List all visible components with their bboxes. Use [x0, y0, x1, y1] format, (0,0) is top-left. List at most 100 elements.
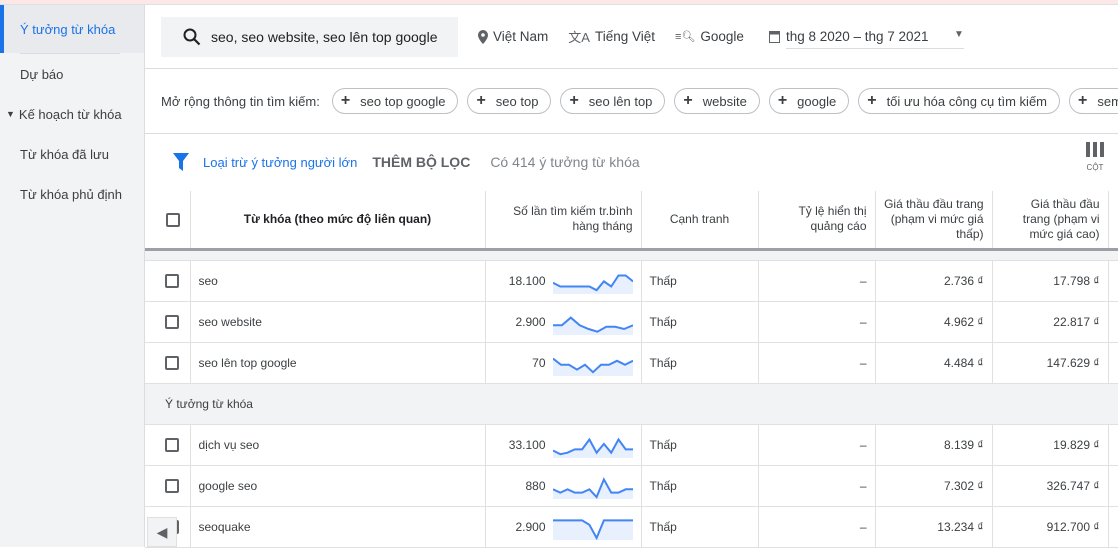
impression-cell: – — [758, 301, 876, 343]
col-avg-searches[interactable]: Số lần tìm kiếm tr.bình hàng tháng — [485, 191, 642, 251]
sidebar-item-label: Từ khóa đã lưu — [20, 146, 109, 162]
more-cell — [1108, 342, 1118, 384]
sidebar-item-label: Ý tưởng từ khóa — [20, 21, 116, 37]
searches-cell: 18.100 — [485, 260, 642, 302]
high-bid-cell: 19.829 ₫ — [992, 424, 1109, 466]
scroll-left-button[interactable]: ◀ — [147, 517, 177, 547]
keyword-table: Từ khóa (theo mức độ liên quan) Số lần t… — [145, 191, 1118, 548]
plus-icon: + — [867, 92, 877, 109]
band-cell — [145, 249, 1118, 261]
keyword-search-input[interactable]: seo, seo website, seo lên top google — [161, 16, 458, 57]
main-content: seo, seo website, seo lên top google Việ… — [145, 5, 1118, 548]
columns-button[interactable]: CỘT — [1086, 142, 1104, 172]
exclude-adult-filter[interactable]: Loại trừ ý tưởng người lớn — [203, 155, 357, 170]
search-settings-bar: seo, seo website, seo lên top google Việ… — [145, 5, 1118, 69]
searches-value: 18.100 — [508, 273, 546, 288]
plus-icon: + — [340, 92, 351, 109]
row-select-cell — [145, 424, 191, 466]
row-select-cell — [145, 260, 191, 302]
col-competition[interactable]: Cạnh tranh — [641, 191, 759, 251]
plus-icon: + — [683, 92, 693, 109]
searches-value: 880 — [525, 478, 546, 493]
table-row: seo lên top google 70 Thấp –4.484 ₫ 147.629 … — [145, 342, 1118, 384]
sidebar-item-1[interactable]: Dự báo — [0, 54, 144, 94]
search-value: seo, seo website, seo lên top google — [211, 28, 438, 45]
caret-down-icon: ▼ — [6, 109, 15, 119]
trend-sparkline — [552, 476, 633, 499]
high-bid-cell: 17.798 ₫ — [992, 260, 1109, 302]
col-high-bid[interactable]: Giá thầu đầu trang (phạm vi mức giá cao) — [992, 191, 1109, 251]
row-checkbox[interactable] — [165, 314, 179, 329]
more-cell — [1108, 301, 1118, 343]
chip-label: google — [797, 93, 837, 109]
broaden-chip[interactable]: + seo lên top — [560, 88, 666, 114]
sidebar-item-4[interactable]: Từ khóa phủ định — [0, 174, 144, 214]
sidebar-item-label: Dự báo — [20, 66, 64, 82]
keyword-cell: google seo — [190, 465, 486, 507]
filter-bar: Loại trừ ý tưởng người lớn THÊM BỘ LỌC C… — [145, 134, 1118, 190]
low-bid-cell: 7.302 ₫ — [875, 465, 993, 507]
add-filter-button[interactable]: THÊM BỘ LỌC — [372, 154, 470, 170]
chip-label: seo top google — [360, 93, 446, 109]
searches-cell: 33.100 — [485, 424, 642, 466]
group-header: Ý tưởng từ khóa — [145, 383, 1118, 425]
keyword-cell: seoquake — [190, 506, 486, 548]
table-header: Từ khóa (theo mức độ liên quan) Số lần t… — [145, 191, 1118, 251]
more-cell — [1108, 506, 1118, 548]
keyword-cell: seo — [190, 260, 486, 302]
language-selector[interactable]: 文A Tiếng Việt — [568, 27, 655, 46]
broaden-chip[interactable]: + seo top — [467, 88, 552, 114]
plus-icon: + — [777, 92, 788, 109]
select-all-checkbox[interactable] — [166, 212, 181, 227]
impression-cell: – — [758, 424, 876, 466]
high-bid-cell: 147.629 ₫ — [992, 342, 1109, 384]
competition-cell: Thấp — [641, 506, 759, 548]
row-checkbox[interactable] — [165, 437, 179, 452]
col-low-bid[interactable]: Giá thầu đầu trang (phạm vi mức giá thấp… — [875, 191, 993, 251]
date-range-selector[interactable]: thg 8 2020 – thg 7 2021 ▼ — [768, 25, 964, 49]
table-row: seo 18.100 Thấp –2.736 ₫ 17.798 ₫ — [145, 260, 1118, 302]
high-bid-cell: 912.700 ₫ — [992, 506, 1109, 548]
sidebar-item-label: Từ khóa phủ định — [20, 186, 122, 202]
network-selector[interactable]: ≡🔍︎ Google — [675, 29, 744, 44]
sidebar-item-label: Kế hoạch từ khóa — [18, 106, 122, 122]
competition-cell: Thấp — [641, 301, 759, 343]
columns-icon — [1086, 142, 1104, 157]
high-bid-cell: 326.747 ₫ — [992, 465, 1109, 507]
sidebar-item-3[interactable]: Từ khóa đã lưu — [0, 134, 144, 174]
broaden-chip[interactable]: + seo top google — [331, 88, 459, 114]
table-row: seoquake 2.900 Thấp –13.234 ₫ 912.700 ₫ — [145, 506, 1118, 548]
col-impression-share[interactable]: Tỷ lệ hiển thị quảng cáo — [758, 191, 876, 251]
trend-sparkline — [552, 518, 633, 540]
chip-label: sem — [1097, 93, 1118, 109]
row-select-cell — [145, 465, 191, 507]
broaden-search-bar: Mở rộng thông tin tìm kiếm: + seo top goo… — [145, 69, 1118, 134]
location-selector[interactable]: Việt Nam — [478, 29, 548, 44]
filter-icon[interactable] — [173, 153, 189, 171]
searches-value: 2.900 — [515, 519, 546, 534]
table-row: seo website 2.900 Thấp –4.962 ₫ 22.817 ₫ — [145, 301, 1118, 343]
impression-cell: – — [758, 342, 876, 384]
col-more — [1108, 191, 1118, 251]
searches-value: 2.900 — [515, 314, 546, 329]
row-checkbox[interactable] — [165, 478, 179, 493]
broaden-chip[interactable]: + google — [768, 88, 850, 114]
sidebar: Ý tưởng từ khóa Dự báo ▼ Kế hoạch từ khóa Từ… — [0, 5, 145, 547]
row-checkbox[interactable] — [165, 355, 179, 370]
plus-icon: + — [1078, 92, 1088, 109]
searches-cell: 2.900 — [485, 506, 642, 548]
broaden-chip[interactable]: + tối ưu hóa công cụ tìm kiếm — [858, 88, 1061, 114]
network-label: Google — [700, 29, 744, 44]
broaden-chip[interactable]: + sem — [1069, 88, 1118, 114]
low-bid-cell: 13.234 ₫ — [875, 506, 993, 548]
sidebar-item-2[interactable]: ▼ Kế hoạch từ khóa — [0, 94, 144, 134]
row-select-cell — [145, 342, 191, 384]
sidebar-item-0[interactable]: Ý tưởng từ khóa — [0, 5, 144, 53]
col-keyword[interactable]: Từ khóa (theo mức độ liên quan) — [190, 191, 486, 251]
more-cell — [1108, 260, 1118, 302]
searches-value: 70 — [532, 355, 546, 370]
broaden-chip[interactable]: + website — [674, 88, 760, 114]
more-cell — [1108, 424, 1118, 466]
row-checkbox[interactable] — [165, 273, 179, 288]
chip-label: seo top — [495, 93, 539, 109]
